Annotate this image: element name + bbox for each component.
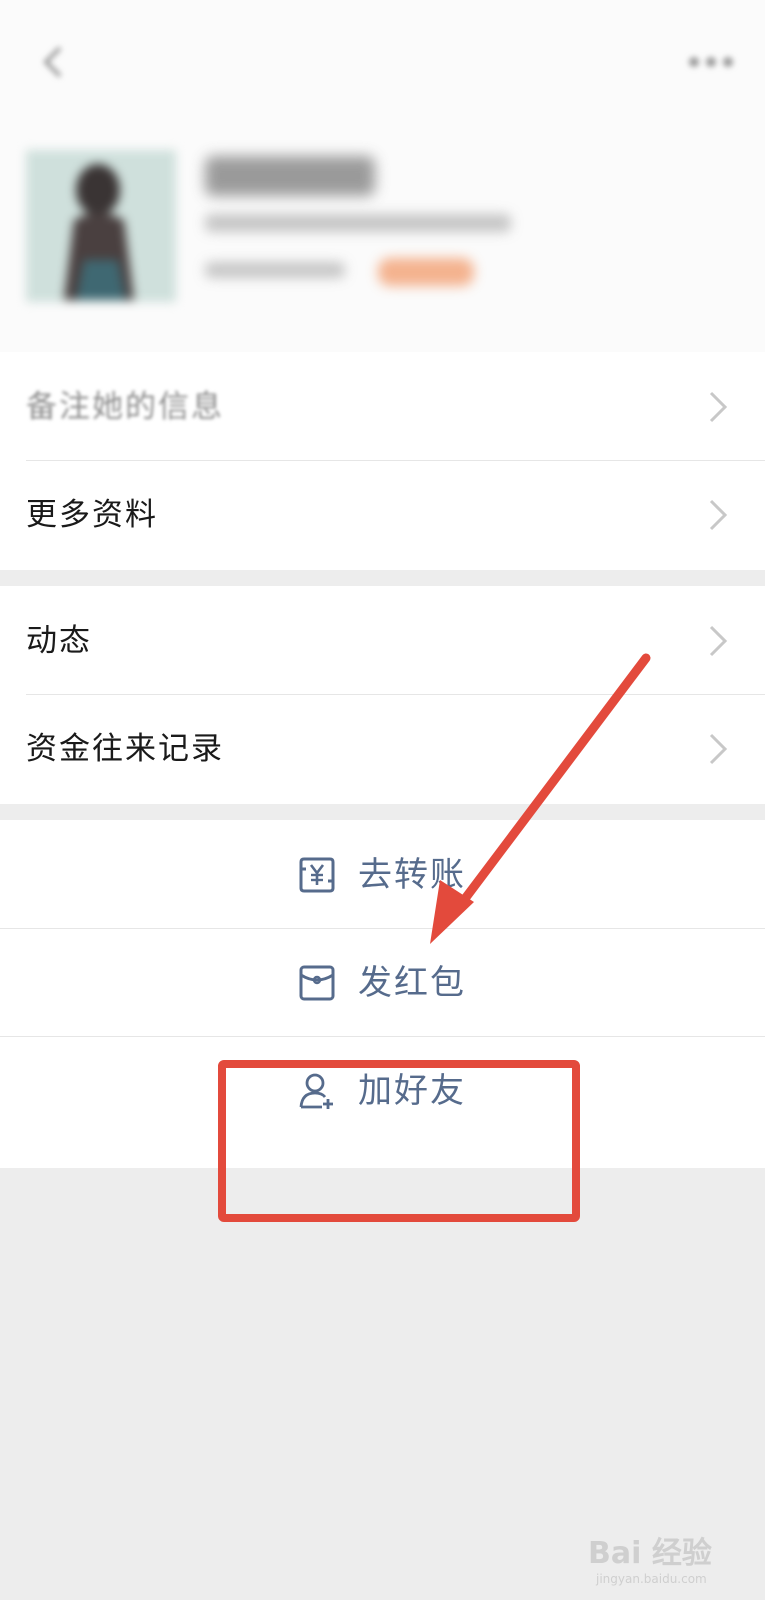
profile-name-blurred xyxy=(205,156,375,196)
activity-section: 动态 资金往来记录 xyxy=(0,586,765,804)
transfer-label: 去转账 xyxy=(358,855,466,895)
red-packet-button[interactable]: 发红包 xyxy=(0,928,765,1038)
chevron-right-icon xyxy=(709,391,728,423)
info-section: 备注她的信息 更多资料 xyxy=(0,352,765,570)
profile-id-blurred xyxy=(205,214,511,232)
remark-row[interactable]: 备注她的信息 xyxy=(0,352,765,462)
fund-records-label: 资金往来记录 xyxy=(26,731,224,767)
profile-header xyxy=(0,0,765,352)
avatar[interactable] xyxy=(26,150,176,302)
fund-records-row[interactable]: 资金往来记录 xyxy=(0,694,765,804)
moments-label: 动态 xyxy=(26,623,92,659)
chevron-right-icon xyxy=(709,625,728,657)
red-packet-icon xyxy=(299,965,335,1001)
red-packet-label: 发红包 xyxy=(358,963,466,1003)
chevron-right-icon xyxy=(709,499,728,531)
remark-label: 备注她的信息 xyxy=(26,389,224,425)
watermark-logo: Bai 经验 xyxy=(588,1536,712,1571)
profile-badge-blurred xyxy=(378,258,474,286)
watermark-url: jingyan.baidu.com xyxy=(596,1572,707,1586)
transfer-yuan-icon xyxy=(299,857,335,893)
more-info-label: 更多资料 xyxy=(26,497,158,533)
highlight-box xyxy=(218,1060,580,1222)
chevron-right-icon xyxy=(709,733,728,765)
back-arrow-icon[interactable] xyxy=(34,42,74,82)
profile-region-blurred xyxy=(205,262,345,278)
more-info-row[interactable]: 更多资料 xyxy=(0,460,765,570)
more-options-icon[interactable] xyxy=(686,54,736,70)
transfer-button[interactable]: 去转账 xyxy=(0,820,765,930)
moments-row[interactable]: 动态 xyxy=(0,586,765,696)
